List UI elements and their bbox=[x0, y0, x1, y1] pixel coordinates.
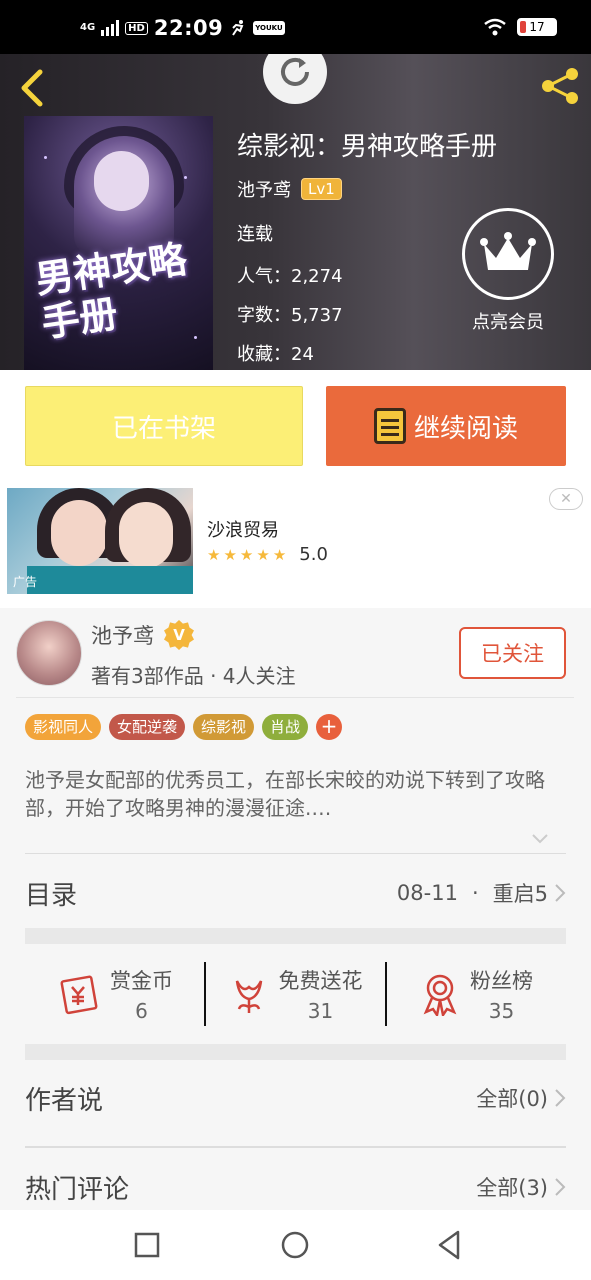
tag-list: 影视同人 女配逆袭 综影视 肖战 + bbox=[25, 714, 343, 740]
reward-label: 赏金币 bbox=[110, 969, 173, 993]
crown-icon bbox=[480, 232, 536, 270]
tag-item[interactable]: 综影视 bbox=[193, 714, 255, 740]
recent-apps-icon[interactable] bbox=[130, 1228, 164, 1262]
flower-icon bbox=[235, 980, 262, 1013]
book-icon bbox=[373, 408, 406, 444]
youku-icon: YOUKU bbox=[253, 21, 285, 35]
level-badge: Lv1 bbox=[301, 178, 342, 200]
chevron-right-icon bbox=[555, 1178, 566, 1196]
ribbon-medal-icon bbox=[423, 974, 457, 1016]
runner-icon bbox=[232, 20, 244, 36]
vip-label[interactable]: 点亮会员 bbox=[458, 308, 558, 334]
home-icon[interactable] bbox=[278, 1228, 312, 1262]
vip-button[interactable] bbox=[462, 208, 554, 300]
favorites-stat: 收藏：24 bbox=[237, 344, 314, 365]
fan-ranking-button[interactable]: 粉丝榜 35 bbox=[387, 965, 566, 1023]
divider bbox=[25, 1146, 566, 1148]
signal-icon bbox=[101, 20, 120, 36]
star-icon: ★ bbox=[239, 545, 254, 564]
ad-title[interactable]: 沙浪贸易 bbox=[207, 516, 279, 542]
action-bar: 已在书架 继续阅读 bbox=[0, 370, 591, 482]
star-icon: ★ bbox=[223, 545, 237, 564]
send-flower-button[interactable]: 免费送花 31 bbox=[206, 965, 385, 1023]
hot-comments-link: 全部(3) bbox=[476, 1176, 548, 1200]
book-info: 综影视：男神攻略手册 池予鸢 Lv1 连载 人气：2,274 字数：5,737 … bbox=[237, 126, 498, 365]
followed-button[interactable]: 已关注 bbox=[459, 627, 566, 679]
ad-banner[interactable]: 广告 沙浪贸易 ★ ★ ★ ★ ★ 5.0 ✕ bbox=[0, 482, 591, 608]
continue-reading-button[interactable]: 继续阅读 bbox=[326, 386, 566, 466]
wifi-icon bbox=[484, 18, 506, 36]
expand-chevron-down-icon[interactable] bbox=[530, 828, 550, 848]
popularity-stat: 人气：2,274 bbox=[237, 266, 343, 287]
refresh-button[interactable] bbox=[263, 54, 327, 104]
tag-item[interactable]: 影视同人 bbox=[25, 714, 102, 740]
book-cover[interactable]: 男神攻略手册 bbox=[24, 116, 213, 370]
author-avatar[interactable] bbox=[16, 620, 82, 686]
toc-date: 08-11 bbox=[396, 881, 458, 905]
rewards-row: 赏金币 6 免费送花 31 粉丝榜 35 bbox=[25, 944, 566, 1044]
toc-title: 目录 bbox=[25, 880, 78, 911]
book-description: 池予是女配部的优秀员工，在部长宋皎的劝说下转到了攻略部，开始了攻略男神的漫漫征途… bbox=[25, 768, 545, 820]
author-says-link: 全部(0) bbox=[476, 1087, 548, 1111]
word-count-stat: 字数：5,737 bbox=[237, 305, 343, 326]
verified-badge-icon: V bbox=[164, 620, 194, 650]
clock: 22:09 bbox=[153, 16, 224, 40]
ad-image[interactable]: 广告 bbox=[7, 488, 193, 594]
chevron-right-icon bbox=[555, 884, 566, 902]
section-divider bbox=[25, 928, 566, 944]
toc-latest-chapter: 重启5 bbox=[492, 882, 548, 906]
battery-level: 17 bbox=[529, 20, 545, 34]
ad-close-button[interactable]: ✕ bbox=[549, 488, 583, 510]
continue-reading-label: 继续阅读 bbox=[413, 413, 518, 444]
divider bbox=[25, 853, 566, 854]
share-icon[interactable] bbox=[538, 66, 582, 106]
author-says-row[interactable]: 作者说 全部(0) bbox=[25, 1073, 566, 1123]
reward-value: 31 bbox=[307, 999, 334, 1023]
author-says-title: 作者说 bbox=[25, 1085, 104, 1116]
back-nav-icon[interactable] bbox=[432, 1228, 466, 1262]
book-title: 综影视：男神攻略手册 bbox=[237, 132, 498, 162]
ad-rating-value: 5.0 bbox=[299, 544, 328, 565]
section-divider bbox=[25, 1044, 566, 1060]
reward-label: 免费送花 bbox=[278, 969, 363, 993]
author-meta: 著有3部作品 · 4人关注 bbox=[91, 664, 296, 688]
book-status: 连载 bbox=[237, 224, 273, 245]
add-tag-button[interactable]: + bbox=[316, 714, 343, 740]
book-header: 男神攻略手册 综影视：男神攻略手册 池予鸢 Lv1 连载 人气：2,274 字数… bbox=[0, 54, 591, 370]
book-author[interactable]: 池予鸢 bbox=[237, 176, 291, 202]
reward-value: 6 bbox=[135, 999, 148, 1023]
coin-envelope-icon bbox=[60, 975, 98, 1015]
cover-title: 男神攻略手册 bbox=[32, 236, 190, 346]
toc-row[interactable]: 目录 08-11 · 重启5 bbox=[25, 868, 566, 918]
reward-label: 粉丝榜 bbox=[470, 969, 533, 993]
refresh-icon bbox=[281, 57, 309, 86]
author-name[interactable]: 池予鸢 bbox=[91, 620, 154, 650]
reward-coins-button[interactable]: 赏金币 6 bbox=[25, 965, 204, 1023]
hd-badge: HD bbox=[125, 21, 148, 35]
divider bbox=[16, 697, 574, 698]
reward-value: 35 bbox=[488, 999, 515, 1023]
chevron-right-icon bbox=[555, 1089, 566, 1107]
in-shelf-button[interactable]: 已在书架 bbox=[25, 386, 303, 466]
star-icon: ★ bbox=[256, 545, 270, 564]
back-icon[interactable] bbox=[16, 68, 46, 108]
network-label: 4G bbox=[80, 22, 96, 33]
star-icon: ★ bbox=[207, 545, 221, 564]
ad-rating: ★ ★ ★ ★ ★ 5.0 bbox=[207, 544, 328, 565]
hot-comments-title: 热门评论 bbox=[25, 1174, 130, 1205]
star-icon: ★ bbox=[272, 545, 287, 564]
tag-item[interactable]: 女配逆袭 bbox=[109, 714, 186, 740]
hot-comments-row[interactable]: 热门评论 全部(3) bbox=[25, 1162, 566, 1212]
tag-item[interactable]: 肖战 bbox=[262, 714, 309, 740]
ad-tag: 广告 bbox=[13, 575, 38, 589]
battery-indicator: 17 bbox=[517, 18, 557, 36]
system-nav-bar bbox=[0, 1210, 591, 1280]
status-bar: 4G HD 22:09 YOUKU 17 bbox=[0, 0, 591, 54]
